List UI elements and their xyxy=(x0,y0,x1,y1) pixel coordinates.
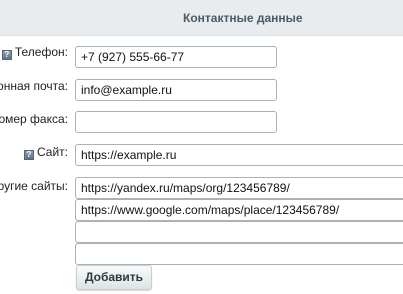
other-site-input[interactable] xyxy=(75,243,403,265)
other-site-input[interactable] xyxy=(75,177,403,199)
site-label: ? Сайт: xyxy=(23,145,68,160)
email-label: ронная почта: xyxy=(0,79,68,93)
phone-label-text: Телефон: xyxy=(14,45,68,59)
phone-input[interactable] xyxy=(75,46,277,68)
fax-label: Номер факса: xyxy=(0,112,68,126)
other-site-input[interactable] xyxy=(75,199,403,221)
other-site-input[interactable] xyxy=(75,221,403,243)
help-icon[interactable]: ? xyxy=(23,150,34,160)
site-input[interactable] xyxy=(75,144,403,166)
add-site-button[interactable]: Добавить xyxy=(76,265,152,290)
help-icon[interactable]: ? xyxy=(1,50,12,60)
section-title: Контактные данные xyxy=(183,11,303,25)
other-sites-label: другие сайты: xyxy=(0,179,68,193)
email-input[interactable] xyxy=(75,79,277,101)
fax-input[interactable] xyxy=(75,111,277,133)
phone-label: ? Телефон: xyxy=(1,45,68,60)
site-label-text: Сайт: xyxy=(36,145,68,159)
section-header: Контактные данные xyxy=(0,0,403,36)
